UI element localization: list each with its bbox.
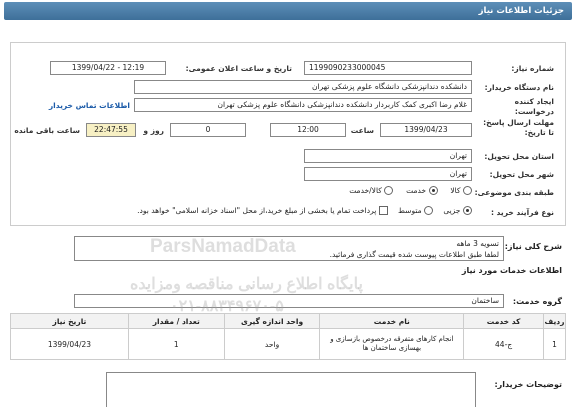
watermark-phone: ۰۲۱-۸۸۳۴۹۶۷۰-۵ [170, 298, 284, 315]
option-goods-label: کالا [450, 186, 461, 195]
deadline-date-field: 1399/04/23 [380, 123, 472, 137]
watermark-tagline: پایگاه اطلاع رسانی مناقصه ومزایده [130, 276, 363, 293]
buyer-notes-label: توضیحات خریدار: [494, 380, 562, 389]
option-medium-label: متوسط [398, 206, 422, 215]
treasury-bonds-checkbox[interactable] [378, 206, 388, 215]
creator-label: ایجاد کننده درخواست: [514, 97, 554, 116]
reply-deadline-label: مهلت ارسال پاسخ: تا تاریخ: [483, 118, 554, 137]
col-code-header: کد خدمت [463, 313, 545, 329]
announce-datetime-field: 1399/04/22 - 12:19 [50, 61, 166, 75]
cell-unit: واحد [223, 328, 321, 360]
service-group-field: ساختمان [74, 294, 504, 308]
radio-goods[interactable] [463, 186, 472, 195]
cell-name: انجام کارهای متفرقه درخصوص بازسازی و بهس… [319, 328, 465, 360]
cell-date: 1399/04/23 [10, 328, 129, 360]
radio-partial[interactable] [463, 206, 472, 215]
remaining-time-label: ساعت باقی مانده [14, 126, 80, 135]
remaining-time-field: 22:47:55 [86, 123, 136, 137]
radio-goods-service[interactable] [384, 186, 394, 195]
need-number-field: 1199090233000045 [304, 61, 472, 75]
watermark-brand: ParsNamadData [150, 236, 296, 257]
buyer-contact-link[interactable]: اطلاعات تماس خریدار [49, 101, 130, 110]
subject-class-label: طبقه بندی موضوعی: [474, 188, 554, 197]
page-title: جزئیات اطلاعات نیاز [478, 6, 564, 16]
option-service-label: خدمت [406, 186, 427, 195]
buyer-org-field: دانشکده دندانپزشکی دانشگاه علوم پزشکی ته… [134, 80, 472, 94]
deadline-days-label: روز و [143, 126, 164, 135]
col-name-header: نام خدمت [319, 313, 465, 329]
cell-code: ج-44 [463, 328, 545, 360]
subject-class-options: کالا خدمت کالا/خدمت [349, 186, 472, 195]
page-header: جزئیات اطلاعات نیاز [4, 2, 572, 20]
treasury-note: پرداخت تمام یا بخشی از مبلغ خرید،از محل … [137, 206, 377, 215]
deadline-time-label: ساعت [350, 126, 374, 135]
table-header-row: ردیف کد خدمت نام خدمت واحد اندازه گیری ت… [10, 313, 566, 329]
deadline-days-field: 0 [170, 123, 246, 137]
purchase-type-label: نوع فرآیند خرید : [490, 208, 554, 217]
radio-medium[interactable] [424, 206, 434, 215]
buyer-org-label: نام دستگاه خریدار: [484, 83, 554, 92]
option-goods-service-label: کالا/خدمت [349, 186, 382, 195]
col-row-header: ردیف [543, 313, 566, 329]
purchase-type-options: جزیی متوسط پرداخت تمام یا بخشی از مبلغ خ… [137, 206, 472, 215]
option-partial-label: جزیی [443, 206, 461, 215]
announce-datetime-label: تاریخ و ساعت اعلان عمومی: [185, 64, 292, 73]
delivery-province-field: تهران [304, 149, 472, 163]
delivery-city-field: تهران [304, 167, 472, 181]
services-table: ردیف کد خدمت نام خدمت واحد اندازه گیری ت… [10, 313, 566, 360]
radio-service[interactable] [428, 186, 438, 195]
need-number-label: شماره نیاز: [511, 64, 554, 73]
deadline-time-field: 12:00 [270, 123, 346, 137]
buyer-notes-box [106, 372, 476, 407]
cell-row: 1 [543, 328, 566, 360]
table-row: 1 ج-44 انجام کارهای متفرقه درخصوص بازساز… [10, 328, 566, 360]
col-date-header: تاریخ نیاز [10, 313, 129, 329]
cell-qty: 1 [127, 328, 225, 360]
delivery-province-label: استان محل تحویل: [484, 152, 554, 161]
service-group-label: گروه خدمت: [512, 297, 562, 306]
need-summary-label: شرح کلی نیاز: [504, 242, 562, 251]
creator-field: غلام رضا اکبری کمک کاربردار دانشکده دندا… [134, 98, 472, 112]
services-section-title: اطلاعات خدمات مورد نیاز [461, 266, 562, 275]
delivery-city-label: شهر محل تحویل: [489, 170, 554, 179]
